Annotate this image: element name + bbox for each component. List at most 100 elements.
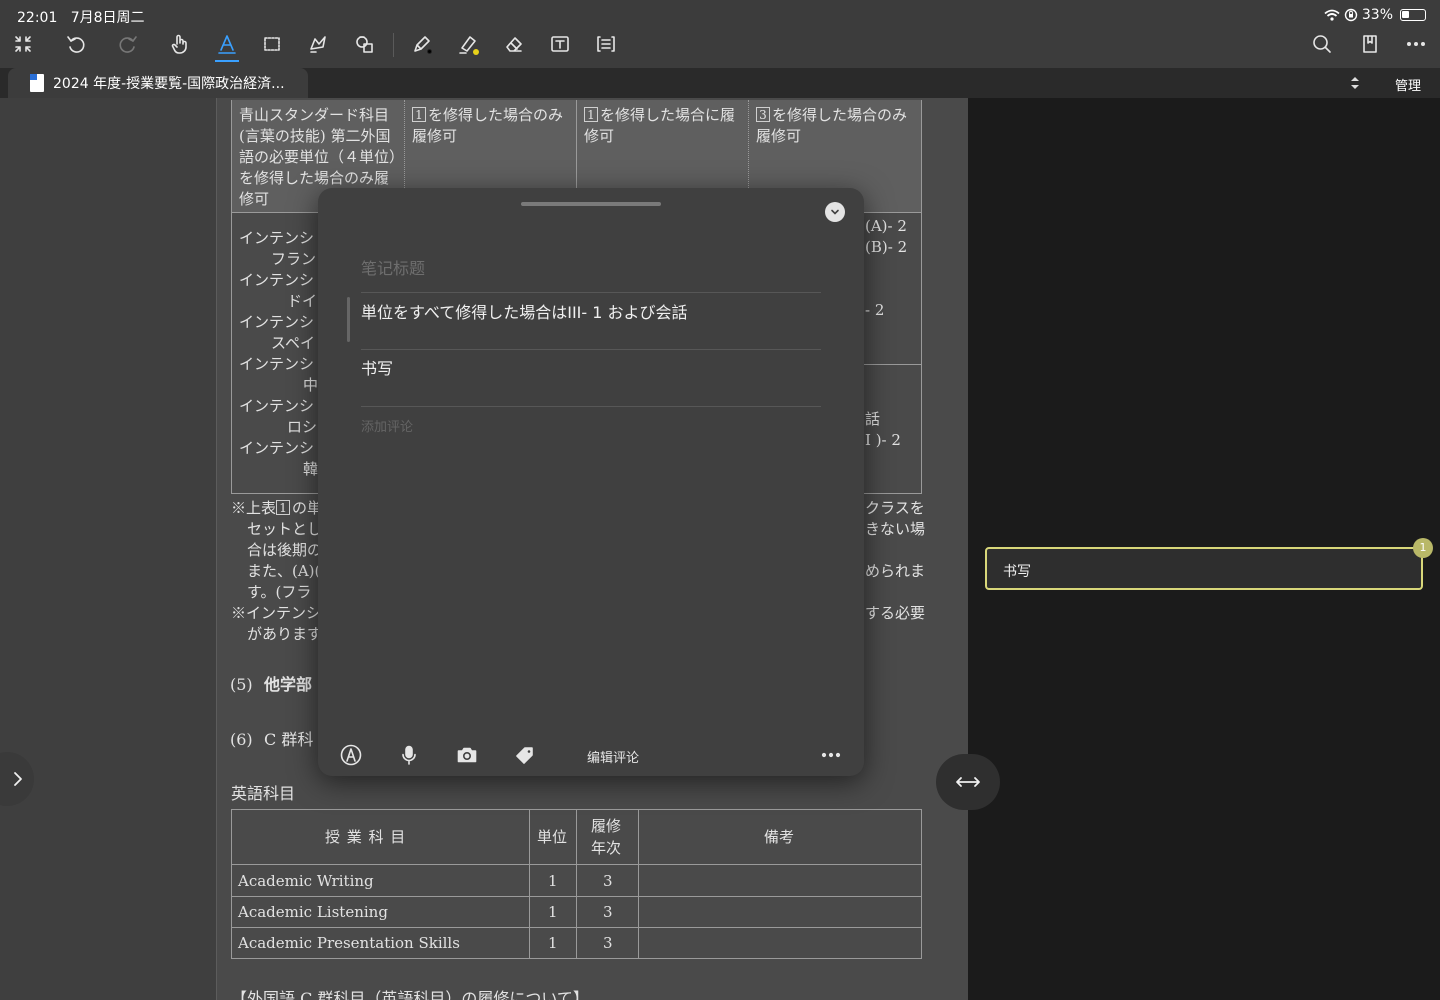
course-row-text: ロシ [287,418,318,436]
course-row-text: ドイ [287,292,318,310]
text-select-icon[interactable] [213,30,241,62]
course-row-text: 話 [865,410,881,428]
highlight-annotation-card[interactable]: 书写 [985,547,1423,590]
units-cell: 1 [548,903,558,921]
table-border [231,809,232,959]
orientation-lock-icon [1344,8,1358,22]
section-6-number: (6) [230,730,253,749]
section-5-number: (5) [230,675,253,694]
course-row-text: スペイ [271,334,315,352]
pen-icon[interactable] [408,30,436,58]
wifi-icon [1324,9,1340,21]
document-tab-title: 2024 年度-授業要覧-国際政治経済... [53,76,285,92]
table-border [231,100,232,494]
search-icon[interactable] [1308,30,1336,58]
textbox-icon[interactable] [546,30,574,58]
eraser-icon[interactable] [500,30,528,58]
course-row-text: 韓 [303,460,319,478]
highlighter-icon[interactable] [454,30,482,58]
quoted-text: 単位をすべて修得した場合はIII- 1 および会話 [361,303,688,322]
collapse-icon[interactable] [9,30,37,58]
header-cell-4-line: 3 を修得した場合のみ [756,105,907,126]
note-line: する必要 [865,604,926,622]
more-icon[interactable] [1402,30,1430,58]
divider [361,349,821,350]
subject-cell: Academic Presentation Skills [238,934,460,952]
note-body-field[interactable]: 书写 [361,355,393,379]
redo-icon[interactable] [114,30,142,58]
quote-bar [347,297,350,342]
note-line: また、(A)( [247,562,321,580]
tab-bar: 2024 年度-授業要覧-国際政治経済... 管理 [0,68,1440,98]
course-row-text: フラン [271,250,317,268]
table-border [638,809,639,959]
edit-comment-button[interactable]: 编辑评论 [587,747,639,766]
pen-circle-icon[interactable] [338,742,364,768]
microphone-icon[interactable] [396,742,422,768]
table-header-subject: 授 業 科 目 [325,828,407,846]
subject-cell: Academic Writing [238,872,374,890]
chevron-down-icon [831,209,839,215]
sort-icon[interactable] [1346,74,1364,92]
chevron-right-icon [14,772,22,786]
note-popover: 笔记标题 単位をすべて修得した場合はIII- 1 および会話 书写 添加评论 编… [318,188,864,776]
collapse-note-button[interactable] [825,202,845,222]
pdf-file-icon [30,74,44,92]
more-icon[interactable] [818,742,844,768]
status-bar: 22:01 7月8日周二 33% [0,0,1440,26]
divider [361,406,821,407]
crop-icon[interactable] [258,30,286,58]
next-section-heading: 【外国語 C 群科目（英語科目）の履修について】 [231,989,589,1000]
units-cell: 1 [548,872,558,890]
horizontal-arrows-icon [956,777,980,787]
table-border [921,100,922,494]
manage-button[interactable]: 管理 [1395,75,1421,94]
tag-icon[interactable] [512,742,538,768]
course-row-text: (A)- 2 [865,217,907,235]
table-border [529,809,530,959]
note-line: があります [247,625,323,643]
undo-icon[interactable] [62,30,90,58]
header-cell-4-line: 履修可 [756,127,802,145]
shapes-icon[interactable] [350,30,378,58]
header-cell-1-line: 語の必要単位（４単位） [239,148,405,166]
document-tab[interactable]: 2024 年度-授業要覧-国際政治経済... [8,68,308,98]
lasso-icon[interactable] [304,30,332,58]
note-line: められま [865,562,926,580]
table-header-year: 年次 [591,839,622,857]
note-line: きない場 [865,520,926,538]
header-cell-2-line: 1 を修得した場合のみ [412,105,563,126]
drag-handle[interactable] [521,202,661,206]
resize-panel-button[interactable] [936,754,1000,810]
course-row-text: インテンシ [239,397,315,415]
table-header-remarks: 備考 [764,828,795,846]
note-line: ※上表 1 の単 [231,499,323,517]
outline-icon[interactable] [592,30,620,58]
table-border [857,364,922,365]
toolbar-divider [393,33,394,57]
header-cell-1-line: 青山スタンダード科目 [239,106,390,124]
header-cell-3-line: 1 を修得した場合に履 [584,105,735,126]
header-cell-1-line: 修可 [239,190,270,208]
header-cell-2-line: 履修可 [412,127,458,145]
note-line: 合は後期の [247,541,323,559]
course-row-text: - 2 [865,301,885,319]
course-row-text: インテンシ [239,355,315,373]
year-cell: 3 [603,934,613,952]
bookmark-icon[interactable] [1356,30,1384,58]
highlight-annotation-text: 书写 [1003,564,1031,580]
course-row-text: I )- 2 [865,431,901,449]
subject-cell: Academic Listening [238,903,388,921]
battery-percent: 33% [1361,7,1393,23]
course-row-text: インテンシ [239,229,315,247]
header-cell-1-line: を修得した場合のみ履 [239,169,390,187]
add-comment-field[interactable]: 添加评论 [361,416,413,435]
camera-icon[interactable] [454,742,480,768]
note-footer: 编辑评论 [318,738,864,772]
note-line: クラスを [865,499,925,517]
table-header-year: 履修 [591,817,622,835]
hand-icon[interactable] [166,30,194,58]
course-row-text: 中 [303,376,319,394]
note-title-field[interactable]: 笔记标题 [361,255,425,279]
header-cell-3-line: 修可 [584,127,615,145]
